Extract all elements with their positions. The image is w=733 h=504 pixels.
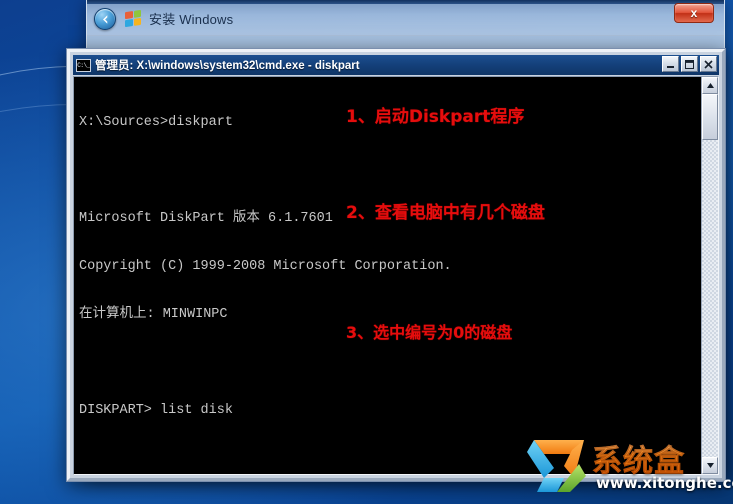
setup-close-button[interactable]: x bbox=[674, 3, 714, 23]
scroll-down-icon bbox=[706, 463, 714, 468]
cmd-console-window: C:\_ 管理员: X:\windows\system32\cmd.exe - … bbox=[66, 48, 726, 482]
console-window-frame: C:\_ 管理员: X:\windows\system32\cmd.exe - … bbox=[67, 49, 725, 481]
console-window-title: 管理员: X:\windows\system32\cmd.exe - diskp… bbox=[95, 60, 360, 72]
back-arrow-icon bbox=[102, 14, 107, 24]
cmd-console-icon: C:\_ bbox=[76, 58, 91, 72]
console-line: 在计算机上: MINWINPC bbox=[79, 307, 228, 322]
console-line: DISKPART> list disk bbox=[79, 403, 233, 418]
console-vertical-scrollbar[interactable] bbox=[701, 77, 718, 474]
maximize-button[interactable] bbox=[681, 56, 698, 72]
console-window-buttons bbox=[662, 56, 717, 72]
close-icon bbox=[704, 59, 713, 69]
scroll-up-button[interactable] bbox=[702, 77, 718, 94]
setup-window-title: 安装 Windows bbox=[149, 12, 234, 27]
console-titlebar[interactable]: C:\_ 管理员: X:\windows\system32\cmd.exe - … bbox=[73, 55, 719, 75]
close-button[interactable] bbox=[700, 56, 717, 72]
scroll-up-icon bbox=[706, 83, 714, 88]
scrollbar-track[interactable] bbox=[702, 94, 718, 457]
console-client-area: X:\Sources>diskpart Microsoft DiskPart 版… bbox=[73, 76, 719, 475]
windows-flag-icon bbox=[125, 9, 141, 28]
minimize-button[interactable] bbox=[662, 56, 679, 72]
maximize-icon bbox=[685, 59, 694, 69]
annotation-step-3: 3、选中编号为0的磁盘 bbox=[346, 323, 513, 342]
back-button[interactable] bbox=[94, 8, 116, 30]
console-text-output[interactable]: X:\Sources>diskpart Microsoft DiskPart 版… bbox=[74, 77, 701, 474]
annotation-step-1: 1、启动Diskpart程序 bbox=[346, 107, 525, 127]
scrollbar-thumb[interactable] bbox=[702, 94, 718, 140]
minimize-icon bbox=[667, 65, 674, 68]
console-line: Copyright (C) 1999-2008 Microsoft Corpor… bbox=[79, 259, 452, 274]
setup-titlebar: 安装 Windows x bbox=[87, 0, 724, 36]
annotation-step-2: 2、查看电脑中有几个磁盘 bbox=[346, 203, 545, 223]
scroll-down-button[interactable] bbox=[702, 457, 718, 474]
